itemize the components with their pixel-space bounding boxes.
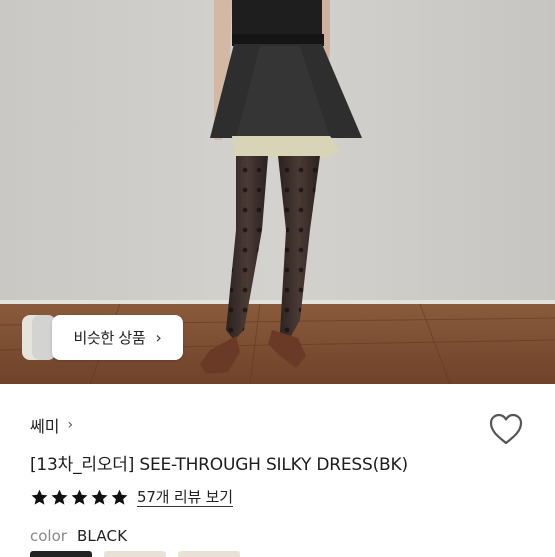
color-swatch[interactable] (178, 551, 240, 557)
color-swatch[interactable] (104, 551, 166, 557)
color-swatch-selected[interactable] (30, 551, 92, 557)
star-icon (111, 489, 128, 505)
color-value: BLACK (76, 527, 128, 545)
color-row: color BLACK (30, 527, 127, 545)
star-icon (31, 489, 48, 505)
star-icon (91, 489, 108, 505)
star-icon (51, 489, 68, 505)
wishlist-button[interactable] (488, 412, 524, 446)
similar-products-label: 비슷한 상품 (73, 329, 146, 347)
review-link[interactable]: 57개 리뷰 보기 (137, 488, 233, 507)
star-icon (71, 489, 88, 505)
rating-stars (30, 488, 129, 507)
shop-link[interactable]: 쎄미 › (30, 414, 73, 436)
color-label: color (30, 527, 67, 545)
chevron-right-icon: › (67, 417, 74, 433)
similar-products-button[interactable]: 비슷한 상품 › (52, 315, 183, 360)
rating-row: 57개 리뷰 보기 (30, 486, 233, 508)
chevron-right-icon: › (155, 328, 162, 347)
product-title: [13차_리오더] SEE-THROUGH SILKY DRESS(BK) (30, 455, 408, 475)
heart-outline-icon (489, 413, 523, 445)
shop-name: 쎄미 (30, 417, 60, 436)
color-swatches (30, 551, 240, 557)
